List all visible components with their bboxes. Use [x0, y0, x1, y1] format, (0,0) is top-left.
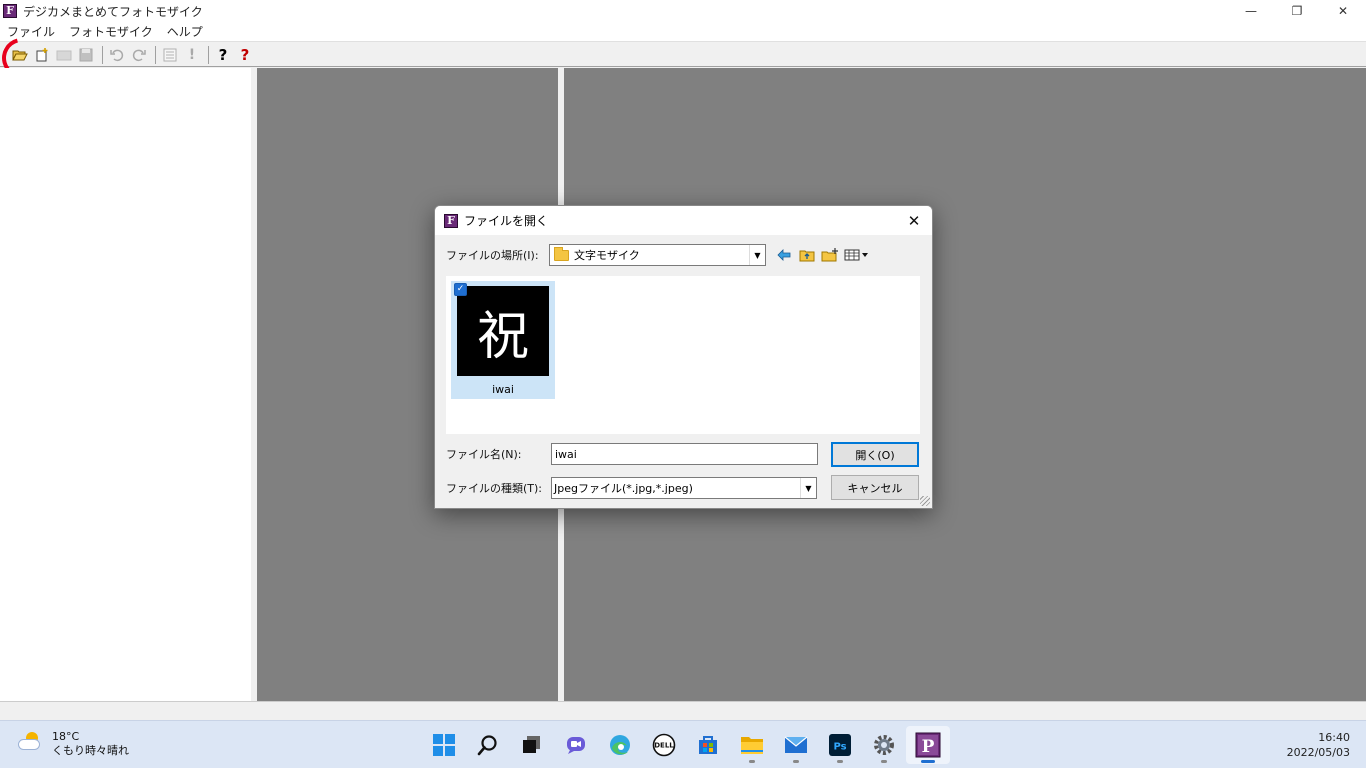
checkbox-icon[interactable]: ✓ [454, 283, 467, 296]
app-icon: F [3, 4, 17, 18]
edge-icon[interactable] [598, 726, 642, 764]
restore-button[interactable]: ❐ [1274, 0, 1320, 22]
list-icon[interactable] [160, 45, 180, 65]
file-thumbnail: 祝 [457, 286, 549, 376]
up-folder-icon[interactable] [797, 246, 817, 264]
exclamation-icon[interactable]: ! [182, 45, 202, 65]
minimize-button[interactable]: — [1228, 0, 1274, 22]
settings-icon[interactable] [862, 726, 906, 764]
dialog-app-icon: F [444, 213, 458, 228]
task-view-icon[interactable] [510, 726, 554, 764]
context-help-icon[interactable]: ? [235, 45, 255, 65]
folder-disabled-icon[interactable] [54, 45, 74, 65]
toolbar-separator [102, 45, 103, 64]
open-file-dialog: F ファイルを開く ✕ ファイルの場所(I): 文字モザイク ▼ 祝 ✓ iwa… [434, 205, 933, 509]
undo-icon[interactable] [107, 45, 127, 65]
window-title: デジカメまとめてフォトモザイク [23, 4, 203, 19]
weather-widget[interactable]: 18°C くもり時々晴れ [18, 730, 129, 758]
look-in-value: 文字モザイク [574, 249, 640, 262]
save-icon[interactable] [76, 45, 96, 65]
photomosaic-app-icon[interactable]: P [906, 726, 950, 764]
look-in-combo[interactable]: 文字モザイク ▼ [549, 244, 766, 266]
menu-photomosaic[interactable]: フォトモザイク [62, 23, 160, 40]
redo-icon[interactable] [129, 45, 149, 65]
svg-text:P: P [922, 737, 935, 757]
menu-help[interactable]: ヘルプ [160, 23, 210, 40]
cancel-button[interactable]: キャンセル [831, 475, 919, 500]
chevron-down-icon[interactable]: ▼ [800, 478, 816, 498]
menubar: ファイル フォトモザイク ヘルプ [0, 22, 1366, 42]
file-name-label: ファイル名(N): [446, 448, 522, 461]
look-in-label: ファイルの場所(I): [446, 249, 539, 262]
back-arrow-icon[interactable] [774, 246, 794, 264]
main-titlebar: F デジカメまとめてフォトモザイク — ❐ ✕ [0, 0, 1366, 22]
file-type-combo[interactable]: Jpegファイル(*.jpg,*.jpeg) ▼ [551, 477, 817, 499]
file-type-value: Jpegファイル(*.jpg,*.jpeg) [554, 482, 693, 495]
file-item-iwai[interactable]: 祝 ✓ iwai [451, 281, 555, 399]
search-icon[interactable] [466, 726, 510, 764]
close-button[interactable]: ✕ [1320, 0, 1366, 22]
toolbar: ! ? ? [0, 43, 1366, 67]
file-list[interactable]: 祝 ✓ iwai [446, 276, 920, 434]
window-controls: — ❐ ✕ [1228, 0, 1366, 22]
svg-text:Ps: Ps [833, 742, 846, 753]
svg-text:DELL: DELL [654, 742, 674, 750]
open-folder-icon[interactable] [10, 45, 30, 65]
look-in-row: ファイルの場所(I): 文字モザイク ▼ [446, 243, 926, 267]
file-name-input[interactable]: iwai [551, 443, 818, 465]
open-button[interactable]: 開く(O) [831, 442, 919, 467]
file-type-label: ファイルの種類(T): [446, 482, 543, 495]
menu-file[interactable]: ファイル [0, 23, 62, 40]
weather-temperature: 18°C [52, 730, 80, 743]
toolbar-separator [208, 45, 209, 64]
dialog-title: ファイルを開く [464, 214, 549, 228]
dialog-close-icon[interactable]: ✕ [904, 211, 924, 231]
taskbar: 18°C くもり時々晴れ DELL Ps P 16:40 2022/05/03 [0, 720, 1366, 768]
weather-description: くもり時々晴れ [52, 744, 129, 757]
clock-time: 16:40 [1318, 731, 1350, 744]
toolbar-separator [155, 45, 156, 64]
view-menu-icon[interactable] [843, 246, 871, 264]
new-file-icon[interactable] [32, 45, 52, 65]
chevron-down-icon[interactable]: ▼ [749, 245, 765, 265]
file-item-label: iwai [492, 383, 514, 396]
dialog-titlebar: F ファイルを開く ✕ [435, 206, 932, 235]
dialog-nav-icons [774, 246, 874, 264]
left-pane [0, 68, 252, 701]
taskbar-apps: DELL Ps P [422, 726, 950, 764]
mail-icon[interactable] [774, 726, 818, 764]
resize-grip-icon[interactable] [920, 496, 930, 506]
statusbar [0, 701, 1366, 720]
dell-icon[interactable]: DELL [642, 726, 686, 764]
photoshop-icon[interactable]: Ps [818, 726, 862, 764]
new-folder-icon[interactable] [820, 246, 840, 264]
clock-date: 2022/05/03 [1286, 746, 1350, 759]
windows-start-icon[interactable] [422, 726, 466, 764]
system-clock[interactable]: 16:40 2022/05/03 [1287, 730, 1350, 760]
chat-icon[interactable] [554, 726, 598, 764]
folder-icon [554, 246, 569, 261]
partly-cloudy-icon [18, 732, 42, 752]
help-icon[interactable]: ? [213, 45, 233, 65]
store-icon[interactable] [686, 726, 730, 764]
file-explorer-icon[interactable] [730, 726, 774, 764]
